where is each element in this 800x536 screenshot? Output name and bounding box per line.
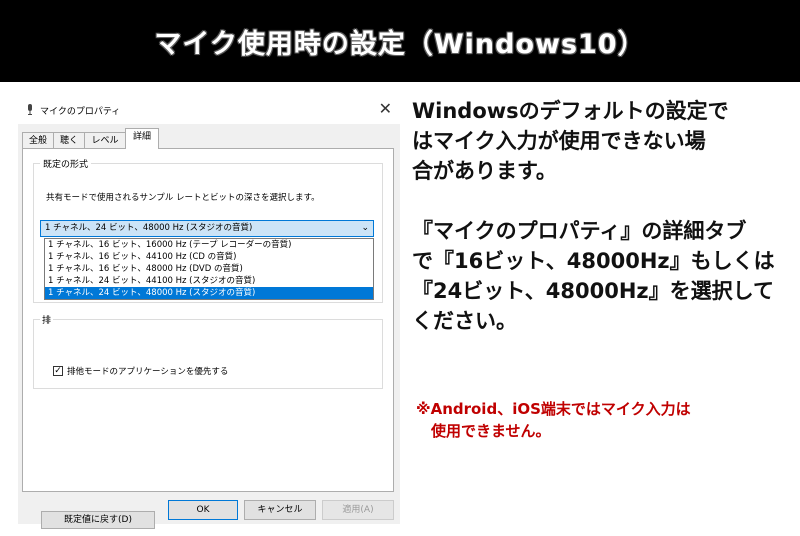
tab-general[interactable]: 全般: [22, 132, 54, 148]
format-option[interactable]: 1 チャネル、16 ビット、44100 Hz (CD の音質): [45, 251, 373, 263]
instruction-line: 『マイクのプロパティ』の詳細タブ: [412, 219, 747, 243]
default-format-legend: 既定の形式: [40, 157, 92, 170]
format-option[interactable]: 1 チャネル、16 ビット、16000 Hz (テープ レコーダーの音質): [45, 239, 373, 251]
format-select[interactable]: 1 チャネル、24 ビット、48000 Hz (スタジオの音質) ⌄: [40, 220, 374, 237]
exclusive-priority-label: 排他モードのアプリケーションを優先する: [67, 367, 229, 377]
exclusive-mode-legend: 排: [40, 313, 54, 326]
cancel-button[interactable]: キャンセル: [244, 500, 316, 520]
tab-advanced[interactable]: 詳細: [125, 128, 159, 149]
format-option[interactable]: 1 チャネル、24 ビット、44100 Hz (スタジオの音質): [45, 275, 373, 287]
format-options-list: 1 チャネル、16 ビット、16000 Hz (テープ レコーダーの音質) 1 …: [44, 238, 374, 300]
instruction-line: Windowsのデフォルトの設定で: [412, 99, 729, 123]
default-format-description: 共有モードで使用されるサンプル レートとビットの深さを選択します。: [46, 193, 320, 203]
instruction-line: 合があります。: [412, 159, 557, 183]
format-option-selected[interactable]: 1 チャネル、24 ビット、48000 Hz (スタジオの音質): [45, 287, 373, 299]
dialog-title: マイクのプロパティ: [40, 107, 121, 117]
chevron-down-icon[interactable]: ⌄: [361, 221, 369, 236]
ok-button[interactable]: OK: [168, 500, 238, 520]
instruction-text: Windowsのデフォルトの設定で はマイク入力が使用できない場 合があります。…: [412, 96, 788, 336]
exclusive-priority-option[interactable]: ✓ 排他モードのアプリケーションを優先する: [53, 365, 228, 377]
note-line: 使用できません。: [431, 422, 551, 440]
banner-title: マイク使用時の設定（Windows10）: [154, 28, 646, 60]
exclusive-priority-checkbox[interactable]: ✓: [53, 366, 63, 376]
restore-default-button[interactable]: 既定値に戻す(D): [41, 511, 155, 529]
instruction-line: ください。: [412, 309, 517, 333]
microphone-icon: [28, 104, 32, 115]
close-icon[interactable]: ✕: [379, 99, 392, 118]
tab-levels[interactable]: レベル: [84, 132, 126, 148]
advanced-tab-panel: 既定の形式 共有モードで使用されるサンプル レートとビットの深さを選択します。 …: [22, 148, 394, 529]
instruction-line: はマイク入力が使用できない場: [412, 129, 706, 153]
format-option[interactable]: 1 チャネル、16 ビット、48000 Hz (DVD の音質): [45, 263, 373, 275]
mobile-warning-note: ※Android、iOS端末ではマイク入力は 使用できません。: [416, 398, 786, 442]
instruction-line: 『24ビット、48000Hz』を選択して: [412, 279, 775, 303]
tab-listen[interactable]: 聴く: [53, 132, 85, 148]
microphone-properties-dialog: マイクのプロパティ ✕ 全般 聴く レベル 詳細 既定の形式 共有モードで使用さ…: [18, 96, 400, 529]
title-banner: マイク使用時の設定（Windows10）: [0, 0, 800, 82]
dialog-titlebar: マイクのプロパティ ✕: [18, 96, 400, 124]
note-line: ※Android、iOS端末ではマイク入力は: [416, 400, 691, 418]
exclusive-mode-group: 排: [33, 313, 383, 389]
format-select-value: 1 チャネル、24 ビット、48000 Hz (スタジオの音質): [45, 223, 253, 233]
apply-button[interactable]: 適用(A): [322, 500, 394, 520]
instruction-line: で『16ビット、48000Hz』もしくは: [412, 249, 775, 273]
